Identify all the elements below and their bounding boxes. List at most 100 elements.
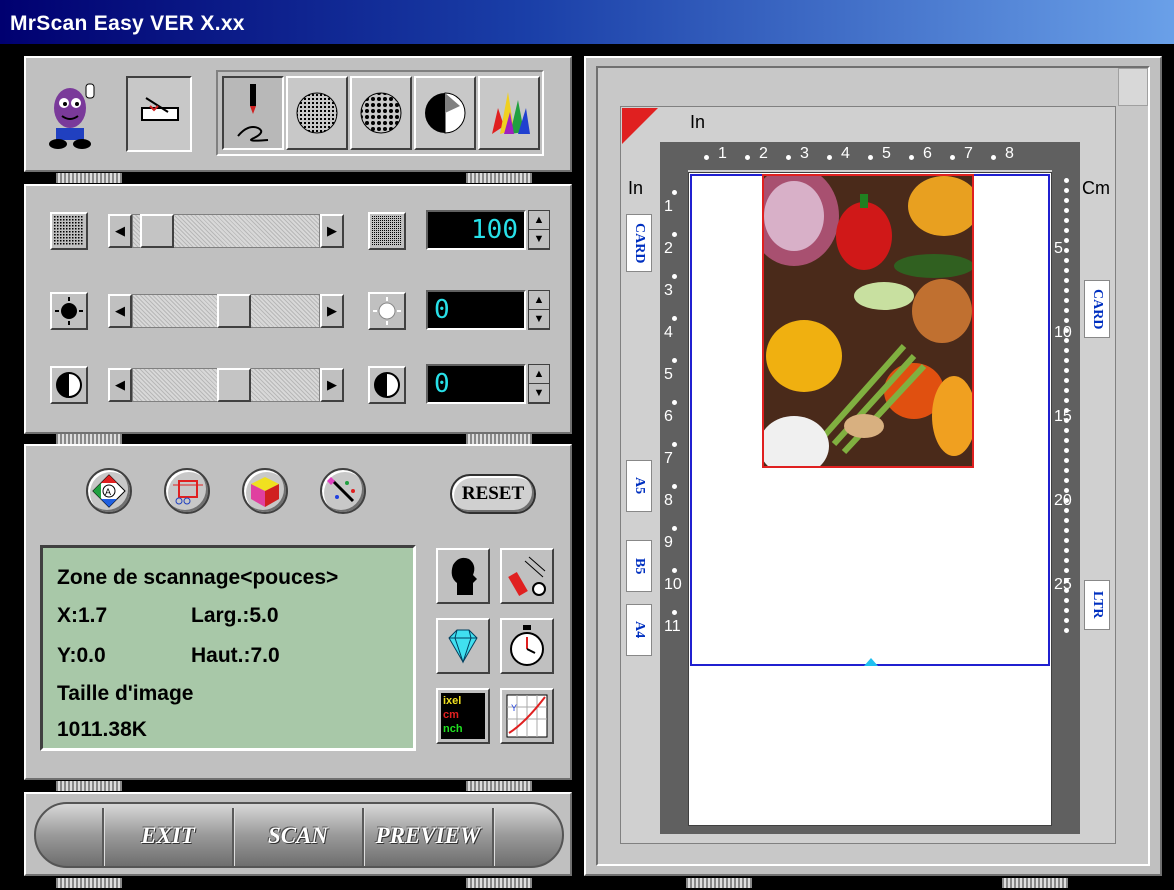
resolution-value[interactable]: 100 <box>426 210 526 250</box>
ruler-dot <box>1064 478 1069 483</box>
ruler-dot <box>1064 438 1069 443</box>
curve-icon: Y <box>506 694 548 738</box>
spin-up-icon[interactable]: ▲ <box>529 211 549 230</box>
left-tick-label: 1 <box>664 198 673 215</box>
ruler-dot <box>1064 558 1069 563</box>
scanner-select-button[interactable] <box>126 76 192 152</box>
top-tick-label: 2 <box>759 145 768 162</box>
left-tick-label: 3 <box>664 282 673 299</box>
preview-button[interactable]: PREVIEW <box>364 808 492 864</box>
units-inch-label: nch <box>443 723 463 735</box>
spin-up-icon[interactable]: ▲ <box>529 365 549 384</box>
units-cm-label: cm <box>443 709 459 721</box>
title-bar[interactable]: MrScan Easy VER X.xx <box>0 0 1174 44</box>
contrast-slider-thumb[interactable] <box>217 368 251 402</box>
bottom-handle-icon[interactable] <box>864 658 878 666</box>
left-tick-label: 10 <box>664 576 682 593</box>
vegetables-picture <box>764 176 972 466</box>
brightness-spinner[interactable]: ▲ ▼ <box>528 290 550 330</box>
magic-wand-button[interactable] <box>320 468 366 514</box>
left-tick-label: 8 <box>664 492 673 509</box>
units-button[interactable]: ixel cm nch <box>436 688 490 744</box>
panel-separator <box>466 781 532 791</box>
diamond-button[interactable] <box>436 618 490 674</box>
spin-up-icon[interactable]: ▲ <box>529 291 549 310</box>
brightness-low-icon <box>50 292 88 330</box>
resolution-decrease-arrow[interactable]: ◀ <box>108 214 132 248</box>
corner-marker-icon <box>622 108 658 144</box>
image-size-value: 1011.38K <box>57 718 147 741</box>
paper-size-marker[interactable]: B5 <box>626 540 652 592</box>
right-tick-label: 5 <box>1054 240 1063 257</box>
ruler-dot <box>1064 548 1069 553</box>
grayscale-button[interactable] <box>414 76 476 150</box>
silhouette-icon <box>451 557 477 595</box>
contrast-increase-arrow[interactable]: ▶ <box>320 368 344 402</box>
brightness-decrease-arrow[interactable]: ◀ <box>108 294 132 328</box>
top-tick-label: 6 <box>923 145 932 162</box>
contrast-decrease-arrow[interactable]: ◀ <box>108 368 132 402</box>
preview-image[interactable] <box>762 174 974 468</box>
ruler-dot <box>672 568 677 573</box>
silhouette-button[interactable] <box>436 548 490 604</box>
sun-dark-glyph <box>55 297 83 325</box>
ruler-dot <box>1064 178 1069 183</box>
line-art-icon <box>237 84 269 142</box>
auto-locate-button[interactable]: A <box>86 468 132 514</box>
halftone-button[interactable] <box>286 76 348 150</box>
ruler-dot <box>672 232 677 237</box>
brightness-increase-arrow[interactable]: ▶ <box>320 294 344 328</box>
scan-height: Haut.:7.0 <box>191 644 280 667</box>
crop-button[interactable] <box>164 468 210 514</box>
scanner-icon <box>141 97 179 121</box>
paper-size-marker[interactable]: A4 <box>626 604 652 656</box>
magic-wand-icon <box>327 477 355 503</box>
paper-size-marker[interactable]: CARD <box>626 214 652 272</box>
color-cube-button[interactable] <box>242 468 288 514</box>
paper-size-marker[interactable]: LTR <box>1084 580 1110 630</box>
dither-button[interactable] <box>350 76 412 150</box>
resolution-spinner[interactable]: ▲ ▼ <box>528 210 550 250</box>
paper-size-marker[interactable]: CARD <box>1084 280 1110 338</box>
gamma-curve-button[interactable]: Y <box>500 688 554 744</box>
ruler-dot <box>672 610 677 615</box>
scan-button[interactable]: SCAN <box>234 808 362 864</box>
right-tick-label: 25 <box>1054 576 1072 593</box>
left-tick-label: 4 <box>664 324 673 341</box>
ruler-dot <box>1064 268 1069 273</box>
contrast-spinner[interactable]: ▲ ▼ <box>528 364 550 404</box>
ruler-dot <box>1064 188 1069 193</box>
ruler-dot <box>672 190 677 195</box>
ruler-dot <box>704 155 709 160</box>
exit-button[interactable]: EXIT <box>104 808 232 864</box>
ruler-dot <box>1064 538 1069 543</box>
ruler-dot <box>1064 238 1069 243</box>
contrast-value[interactable]: 0 <box>426 364 526 404</box>
ruler-dot <box>1064 258 1069 263</box>
resolution-increase-arrow[interactable]: ▶ <box>320 214 344 248</box>
filter-tools-button[interactable] <box>500 548 554 604</box>
line-art-button[interactable] <box>222 76 284 150</box>
spin-down-icon[interactable]: ▼ <box>529 230 549 249</box>
ruler-dot <box>1064 428 1069 433</box>
reset-button[interactable]: RESET <box>450 474 536 514</box>
ruler-dot <box>1064 598 1069 603</box>
window-title: MrScan Easy VER X.xx <box>10 12 245 35</box>
panel-separator <box>466 173 532 183</box>
spin-down-icon[interactable]: ▼ <box>529 384 549 403</box>
ruler-dot <box>1064 218 1069 223</box>
paper-size-marker[interactable]: A5 <box>626 460 652 512</box>
scan-x: X:1.7 <box>57 604 108 627</box>
brightness-value[interactable]: 0 <box>426 290 526 330</box>
adjustment-panel: ◀ ▶ 100 ▲ ▼ ◀ ▶ 0 ▲ ▼ ◀ ▶ 0 ▲ ▼ <box>24 184 572 434</box>
color-button[interactable] <box>478 76 540 150</box>
brightness-slider-thumb[interactable] <box>217 294 251 328</box>
timer-button[interactable] <box>500 618 554 674</box>
ruler-dot <box>1064 448 1069 453</box>
mascot-icon <box>42 78 102 150</box>
ruler-dot <box>1064 388 1069 393</box>
scan-y: Y:0.0 <box>57 644 106 667</box>
preview-scroll-top-right[interactable] <box>1118 68 1148 106</box>
spin-down-icon[interactable]: ▼ <box>529 310 549 329</box>
resolution-slider-thumb[interactable] <box>140 214 174 248</box>
